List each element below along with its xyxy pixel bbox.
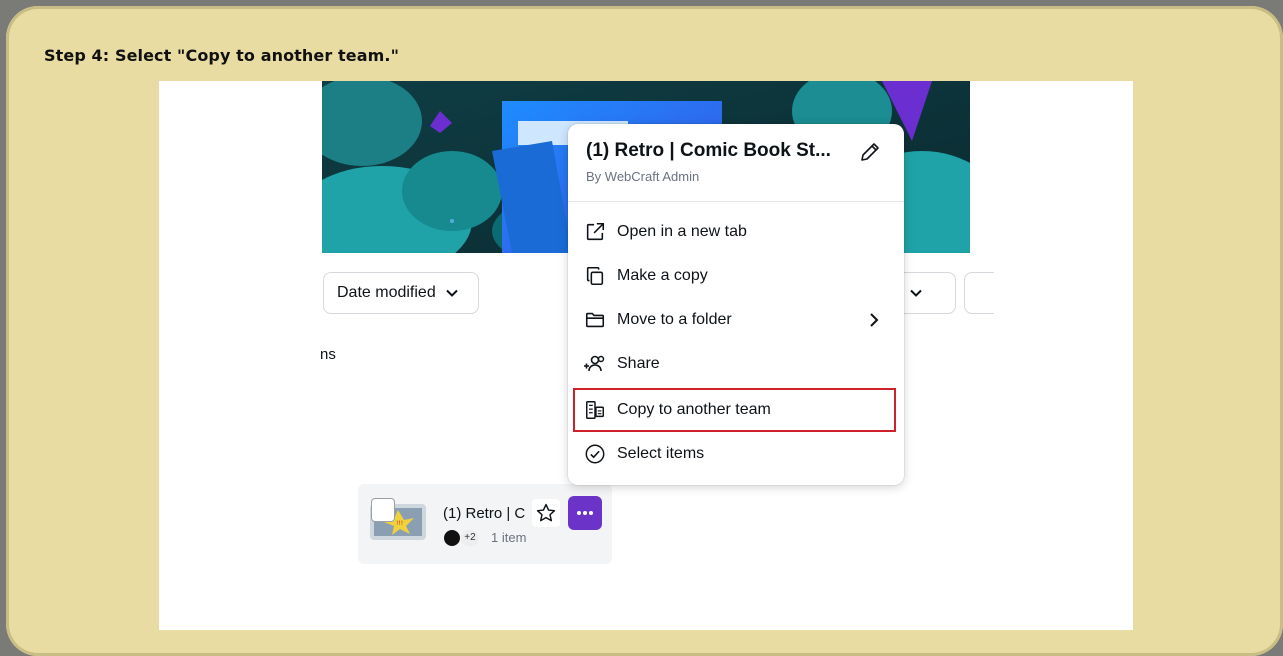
chevron-down-icon [910,286,923,300]
menu-item-move-to-folder[interactable]: Move to a folder [568,298,904,342]
menu-subtitle: By WebCraft Admin [586,169,700,184]
folder-icon [583,308,607,332]
chevron-down-icon [446,286,458,300]
pencil-icon[interactable] [858,140,882,164]
chevron-right-icon [864,310,884,335]
share-people-icon [583,352,607,376]
avatar-extra-count: +2 [461,530,479,546]
step-title: Step 4: Select "Copy to another team." [44,46,400,65]
menu-item-open-new-tab[interactable]: Open in a new tab [568,210,904,254]
section-label: ns [320,346,336,363]
folder-item-count: 1 item [491,530,527,545]
avatar [444,530,460,546]
check-circle-icon [583,442,607,466]
menu-item-label: Select items [617,445,705,462]
menu-item-make-copy[interactable]: Make a copy [568,254,904,298]
filter-dropdown-partial[interactable] [964,272,994,314]
copy-icon [583,264,607,288]
menu-item-select-items[interactable]: Select items [568,432,904,476]
star-button[interactable] [532,499,560,527]
menu-item-label: Move to a folder [617,311,732,328]
folder-card[interactable]: !!! (1) Retro | C +2 1 item [358,484,612,564]
star-icon [536,503,556,522]
sort-dropdown-label: Date modified [337,284,436,301]
menu-title: (1) Retro | Comic Book St... [586,140,831,161]
external-link-icon [583,220,607,244]
menu-item-share[interactable]: Share [568,342,904,386]
menu-item-label: Make a copy [617,267,708,284]
more-options-button[interactable] [568,496,602,530]
menu-divider [568,201,904,202]
folder-card-title: (1) Retro | C [443,505,526,522]
screenshot-panel: Date modified nt ns !!! (1) Retro | C +2… [159,81,1133,630]
select-checkbox[interactable] [371,498,395,522]
menu-item-label: Share [617,355,660,372]
menu-item-label: Open in a new tab [617,223,747,240]
sort-dropdown[interactable]: Date modified [323,272,479,314]
svg-text:!!!: !!! [396,520,403,527]
context-menu: (1) Retro | Comic Book St... By WebCraft… [568,124,904,485]
highlight-box [573,388,896,432]
more-dots-icon [577,511,593,515]
